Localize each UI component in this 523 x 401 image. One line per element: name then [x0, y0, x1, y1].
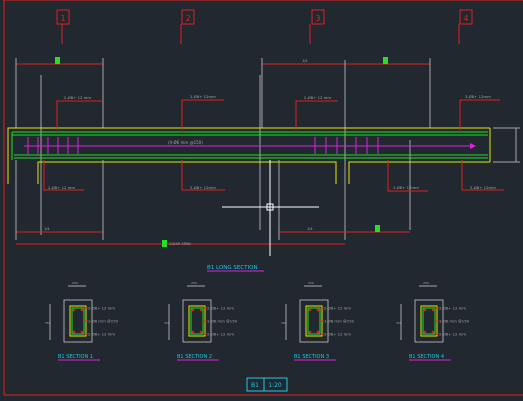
top-bar-label-1: 2-Ø8+ 12 mm [64, 95, 91, 100]
rebar-dot [316, 330, 320, 334]
section-top-label: 2-Ø8+ 12 mm [207, 306, 234, 311]
rebar-dot [191, 308, 195, 312]
section-depth-label: 350 [164, 321, 170, 325]
overall-dimension: CLEAR SPAN [16, 240, 345, 247]
rebar-dot [308, 308, 312, 312]
section-depth-label: 350 [281, 321, 287, 325]
section-stirrup [422, 307, 436, 335]
title-block: B1 1:20 [246, 377, 288, 392]
crosshair-cursor[interactable] [222, 160, 319, 256]
rebar-dot [199, 330, 203, 334]
section-title: B1 SECTION 3 [294, 354, 329, 360]
top-bar-label-2: 2-Ø8+ 12mm [190, 94, 216, 99]
section-depth-label: 350 [45, 321, 51, 325]
stirrup-note: (4-Ø6 mm @150) [168, 140, 203, 145]
top-dimension-right: 1/4 [261, 57, 431, 128]
section-stirrup [307, 307, 321, 335]
rebar-dot [80, 308, 84, 312]
section-1: 250 350 2-Ø8+ 12 mm 1-Ø8 mm @150 2-Ø8+ 12 mm… [45, 281, 119, 361]
rebar-dot [431, 308, 435, 312]
beam-outline [7, 127, 491, 184]
bottom-bar-leader-2: 2-Ø8+ 12mm [181, 160, 225, 191]
grid-axis-3: 3 [309, 9, 325, 44]
cad-viewport[interactable]: 1 2 3 4 1/4 (4-Ø6 mm @150) 2-Ø8+ 12 mm 2… [0, 0, 523, 401]
support-lines [40, 60, 411, 240]
section-top-label: 2-Ø8+ 12 mm [88, 306, 115, 311]
section-4: 250 350 2-Ø8+ 12 mm 1-Ø8 mm @150 2-Ø8+ 12 mm… [396, 281, 470, 361]
top-dimension-left [15, 57, 104, 128]
grid-axis-2: 2 [180, 9, 195, 44]
section-width-label: 250 [72, 281, 78, 285]
section-2: 250 350 2-Ø8+ 12 mm 1-Ø8 mm @150 2-Ø8+ 12 mm… [164, 281, 238, 361]
section-width-label: 250 [308, 281, 314, 285]
section-stirrup-label: 1-Ø8 mm @150 [439, 319, 470, 324]
top-bar-leader-4: 3-Ø8+ 12mm [459, 94, 500, 130]
grid-axis-1: 1 [56, 9, 70, 44]
bottom-bar-leader-4: 2-Ø8+ 12mm [461, 160, 504, 191]
top-bar-label-3: 2-Ø8+ 12 mm [304, 95, 331, 100]
section-width-label: 250 [191, 281, 197, 285]
section-bottom-label: 2-Ø8+ 12 mm [324, 332, 351, 337]
long-section-title: B1 LONG SECTION [207, 265, 258, 271]
section-stirrup-label: 1-Ø8 mm @150 [88, 319, 119, 324]
section-title: B1 SECTION 2 [177, 354, 212, 360]
top-bar-label-4: 3-Ø8+ 12mm [465, 94, 491, 99]
grid-axis-4: 4 [458, 9, 473, 44]
section-top-label: 2-Ø8+ 12 mm [324, 306, 351, 311]
rebar-dot [72, 308, 76, 312]
bottom-dimension-left: 1/4 [15, 160, 104, 240]
section-width-label: 250 [423, 281, 429, 285]
grid-axis-4-label: 4 [463, 14, 468, 23]
rebar-dot [72, 330, 76, 334]
rebar-dot [423, 330, 427, 334]
section-title: B1 SECTION 1 [58, 354, 93, 360]
bottom-bar-leader-3: 2-Ø8+ 12mm [387, 160, 428, 192]
rebar-dot [423, 308, 427, 312]
section-bottom-label: 2-Ø8+ 12 mm [439, 332, 466, 337]
section-stirrup [71, 307, 85, 335]
cross-sections: 250 350 2-Ø8+ 12 mm 1-Ø8 mm @150 2-Ø8+ 12 mm… [45, 281, 470, 361]
span-label-top: 1/4 [302, 59, 308, 63]
bottom-bar-label-3: 2-Ø8+ 12mm [393, 185, 419, 190]
rebar-dot [308, 330, 312, 334]
section-bottom-label: 2-Ø8+ 12 mm [88, 332, 115, 337]
drawing-canvas[interactable]: 1 2 3 4 1/4 (4-Ø6 mm @150) 2-Ø8+ 12 mm 2… [0, 0, 523, 401]
rebar-dot [191, 330, 195, 334]
grid-axis-2-label: 2 [185, 14, 190, 23]
span-label-bottom-left: 1/4 [44, 227, 50, 231]
section-title: B1 SECTION 4 [409, 354, 444, 360]
bottom-reinforcement [14, 154, 488, 159]
section-bottom-label: 2-Ø8+ 12 mm [207, 332, 234, 337]
rebar-dot [199, 308, 203, 312]
grid-axis-3-label: 3 [315, 14, 320, 23]
section-stirrup-label: 1-Ø8 mm @150 [324, 319, 355, 324]
title-block-name: B1 [251, 382, 259, 389]
top-bar-leader-3: 2-Ø8+ 12 mm [295, 95, 338, 130]
rebar-dot [316, 308, 320, 312]
right-end-dimension [493, 127, 520, 163]
rebar-dot [431, 330, 435, 334]
bottom-bar-label-2: 2-Ø8+ 12mm [190, 185, 216, 190]
bottom-bar-leader-1: 2-Ø8+ 12 mm [43, 160, 84, 191]
top-bar-leader-2: 2-Ø8+ 12mm [181, 94, 224, 130]
section-top-label: 2-Ø8+ 12 mm [439, 306, 466, 311]
span-label-bottom-mid: 1/4 [307, 227, 313, 231]
section-stirrup-label: 1-Ø8 mm @150 [207, 319, 238, 324]
bottom-bar-label-1: 2-Ø8+ 12 mm [48, 185, 75, 190]
title-block-scale: 1:20 [268, 382, 282, 389]
stirrups [24, 137, 476, 154]
section-depth-label: 350 [396, 321, 402, 325]
rebar-dot [80, 330, 84, 334]
grid-axis-1-label: 1 [60, 14, 65, 23]
top-bar-leader-1: 2-Ø8+ 12 mm [56, 95, 102, 130]
section-3: 250 350 2-Ø8+ 12 mm 1-Ø8 mm @150 2-Ø8+ 12 mm… [281, 281, 355, 361]
overall-span-label: CLEAR SPAN [169, 242, 191, 246]
bottom-bar-label-4: 2-Ø8+ 12mm [470, 185, 496, 190]
section-stirrup [190, 307, 204, 335]
